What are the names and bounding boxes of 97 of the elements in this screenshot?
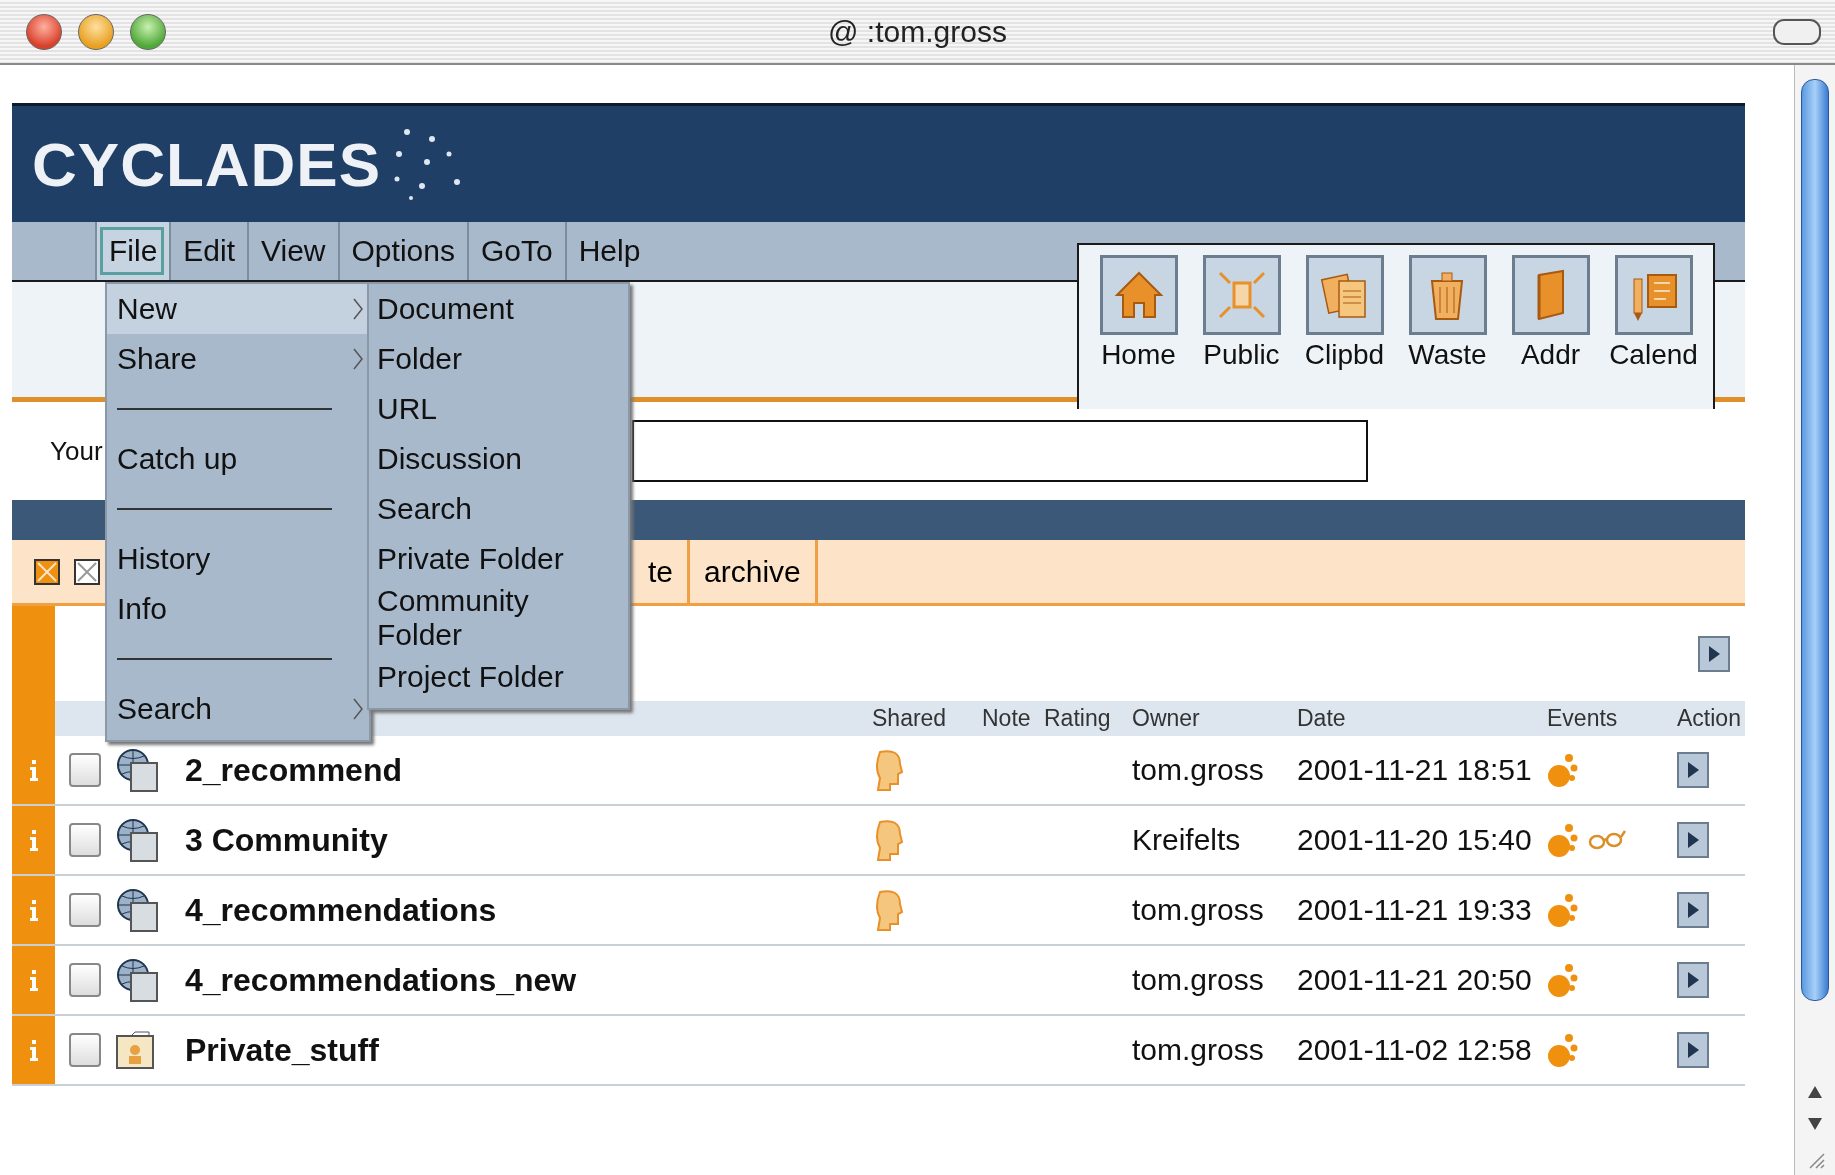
- column-header: Note: [982, 705, 1032, 732]
- toolbar-button[interactable]: [1305, 255, 1384, 335]
- checkbox[interactable]: [69, 823, 101, 857]
- action-button[interactable]: [1677, 752, 1709, 788]
- owner-cell-text: tom.gross: [1132, 1033, 1265, 1067]
- toolbar-button[interactable]: [1202, 255, 1281, 335]
- date-cell-text: 2001-11-21 20:50: [1297, 963, 1533, 997]
- column-header: Owner: [1132, 705, 1201, 732]
- tab[interactable]: te: [634, 540, 691, 603]
- minimize-button[interactable]: [78, 13, 114, 50]
- checkbox[interactable]: [69, 893, 101, 927]
- menu-item[interactable]: Options: [337, 222, 467, 280]
- select-all-icon[interactable]: [34, 558, 60, 585]
- column-header: Events: [1547, 705, 1619, 732]
- menu-option[interactable]: New: [107, 284, 369, 334]
- checkbox[interactable]: [69, 963, 101, 997]
- menu-option[interactable]: Search: [377, 484, 598, 534]
- date-cell-text: 2001-11-21 19:33: [1297, 893, 1533, 927]
- menu-option[interactable]: Folder: [377, 334, 598, 384]
- column-header: Action: [1677, 705, 1742, 732]
- folder-name[interactable]: 4_recommendations: [177, 891, 872, 929]
- action-button[interactable]: [1677, 1032, 1709, 1068]
- folder-name[interactable]: Private_stuff: [177, 1031, 872, 1069]
- folder-icon: [115, 1030, 157, 1070]
- info-icon[interactable]: [27, 968, 40, 992]
- toolbar-button[interactable]: [1408, 255, 1487, 335]
- menu-option[interactable]: Catch up: [107, 434, 369, 484]
- triangle-right-icon: [1707, 644, 1721, 663]
- menu-option[interactable]: Document: [377, 284, 598, 334]
- date-cell-text: 2001-11-20 15:40: [1297, 823, 1533, 857]
- toolbar-button[interactable]: [1099, 255, 1178, 335]
- triangle-right-icon: [1686, 761, 1700, 779]
- toolbar-button[interactable]: [1614, 255, 1693, 335]
- globe-folder-icon: [115, 887, 161, 933]
- menu-option[interactable]: Share: [107, 334, 369, 384]
- menu-option[interactable]: Community Folder: [377, 584, 598, 652]
- menu-item[interactable]: Edit: [169, 222, 248, 280]
- owner-cell-text: tom.gross: [1132, 753, 1265, 787]
- column-header: Rating: [1044, 705, 1112, 732]
- toolbar-label: Calend: [1609, 339, 1698, 371]
- triangle-right-icon: [1686, 901, 1700, 919]
- action-button[interactable]: [1677, 892, 1709, 928]
- menu-option[interactable]: History: [107, 534, 369, 584]
- forward-button[interactable]: [1698, 635, 1730, 672]
- column-header: Date: [1297, 705, 1347, 732]
- triangle-right-icon: [1686, 831, 1700, 849]
- globe-folder-icon: [115, 817, 161, 863]
- owner-cell-text: tom.gross: [1132, 893, 1265, 927]
- menu-option[interactable]: Project Folder: [377, 652, 598, 702]
- info-icon[interactable]: [27, 898, 40, 922]
- menu-option[interactable]: URL: [377, 384, 598, 434]
- toolbar-button[interactable]: [1511, 255, 1590, 335]
- menu-item[interactable]: GoTo: [466, 222, 565, 280]
- close-button[interactable]: [26, 13, 62, 50]
- folder-name[interactable]: 4_recommendations_new: [177, 961, 872, 999]
- info-icon[interactable]: [27, 758, 40, 782]
- logo: CYCLADES: [32, 128, 382, 200]
- scroll-thumb[interactable]: [1801, 79, 1829, 1001]
- toolbar-label: Home: [1101, 339, 1176, 371]
- menu-item[interactable]: Help: [564, 222, 653, 280]
- scroll-up-icon[interactable]: [1807, 1085, 1823, 1099]
- zoom-button[interactable]: [130, 13, 166, 50]
- owner-cell-text: tom.gross: [1132, 963, 1265, 997]
- folder-name[interactable]: 3 Community: [177, 821, 872, 859]
- action-button[interactable]: [1677, 822, 1709, 858]
- toolbar-toggle-button[interactable]: [1773, 18, 1821, 45]
- window-title: @ :tom.gross: [828, 14, 1007, 49]
- globe-folder-icon: [115, 957, 161, 1003]
- info-icon[interactable]: [27, 1038, 40, 1062]
- scroll-down-icon[interactable]: [1807, 1117, 1823, 1131]
- menu-option[interactable]: Info: [107, 584, 369, 634]
- toolbar-label: Clipbd: [1304, 339, 1385, 371]
- action-button[interactable]: [1677, 962, 1709, 998]
- menu-option[interactable]: Private Folder: [377, 534, 598, 584]
- triangle-right-icon: [1686, 1041, 1700, 1059]
- column-header: Shared: [872, 705, 948, 732]
- prompt-label: Your: [50, 435, 104, 467]
- toolbar-label: Addr: [1520, 339, 1581, 371]
- menu-item[interactable]: File: [95, 222, 170, 280]
- info-icon[interactable]: [27, 828, 40, 852]
- menu-option[interactable]: Search: [107, 684, 369, 734]
- date-cell-text: 2001-11-21 18:51: [1297, 753, 1533, 787]
- deselect-all-icon[interactable]: [74, 558, 100, 585]
- owner-cell-text: Kreifelts: [1132, 823, 1242, 857]
- toolbar-label: Waste: [1408, 339, 1487, 371]
- triangle-right-icon: [1686, 971, 1700, 989]
- date-cell-text: 2001-11-02 12:58: [1297, 1033, 1533, 1067]
- input-field[interactable]: [632, 420, 1368, 482]
- toolbar-label: Public: [1203, 339, 1280, 371]
- scrollbar[interactable]: [1794, 65, 1835, 1175]
- menu-option[interactable]: Discussion: [377, 434, 598, 484]
- checkbox[interactable]: [69, 753, 101, 787]
- menu-item[interactable]: View: [247, 222, 338, 280]
- tab[interactable]: archive: [690, 540, 818, 603]
- checkbox[interactable]: [69, 1033, 101, 1067]
- globe-folder-icon: [115, 747, 161, 793]
- folder-name[interactable]: 2_recommend: [177, 751, 872, 789]
